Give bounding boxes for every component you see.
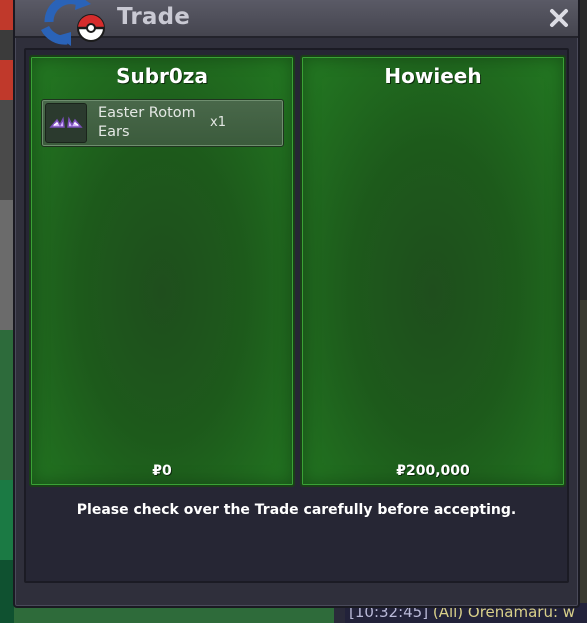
player-name: Howieeh bbox=[384, 64, 482, 88]
trade-window: Trade Subr0za Easter Rotom Ears x1 ₽0 Ho… bbox=[13, 0, 580, 608]
trade-swap-pokeball-icon bbox=[31, 0, 111, 48]
rotom-ears-icon bbox=[45, 103, 87, 143]
trade-content: Subr0za Easter Rotom Ears x1 ₽0 Howieeh … bbox=[24, 48, 569, 583]
close-icon[interactable] bbox=[544, 3, 574, 33]
player-name: Subr0za bbox=[116, 64, 208, 88]
trade-notice: Please check over the Trade carefully be… bbox=[76, 502, 517, 518]
money-offer: ₽200,000 bbox=[396, 463, 470, 479]
money-offer: ₽0 bbox=[152, 463, 172, 479]
item-name: Easter Rotom Ears bbox=[98, 105, 196, 140]
item-quantity: x1 bbox=[210, 115, 226, 130]
trade-item-slot[interactable]: Easter Rotom Ears x1 bbox=[41, 99, 284, 147]
game-background-left bbox=[0, 0, 14, 623]
window-title: Trade bbox=[117, 4, 191, 30]
my-offer-panel: Subr0za Easter Rotom Ears x1 ₽0 bbox=[29, 55, 295, 487]
partner-offer-panel: Howieeh ₽200,000 bbox=[300, 55, 566, 487]
